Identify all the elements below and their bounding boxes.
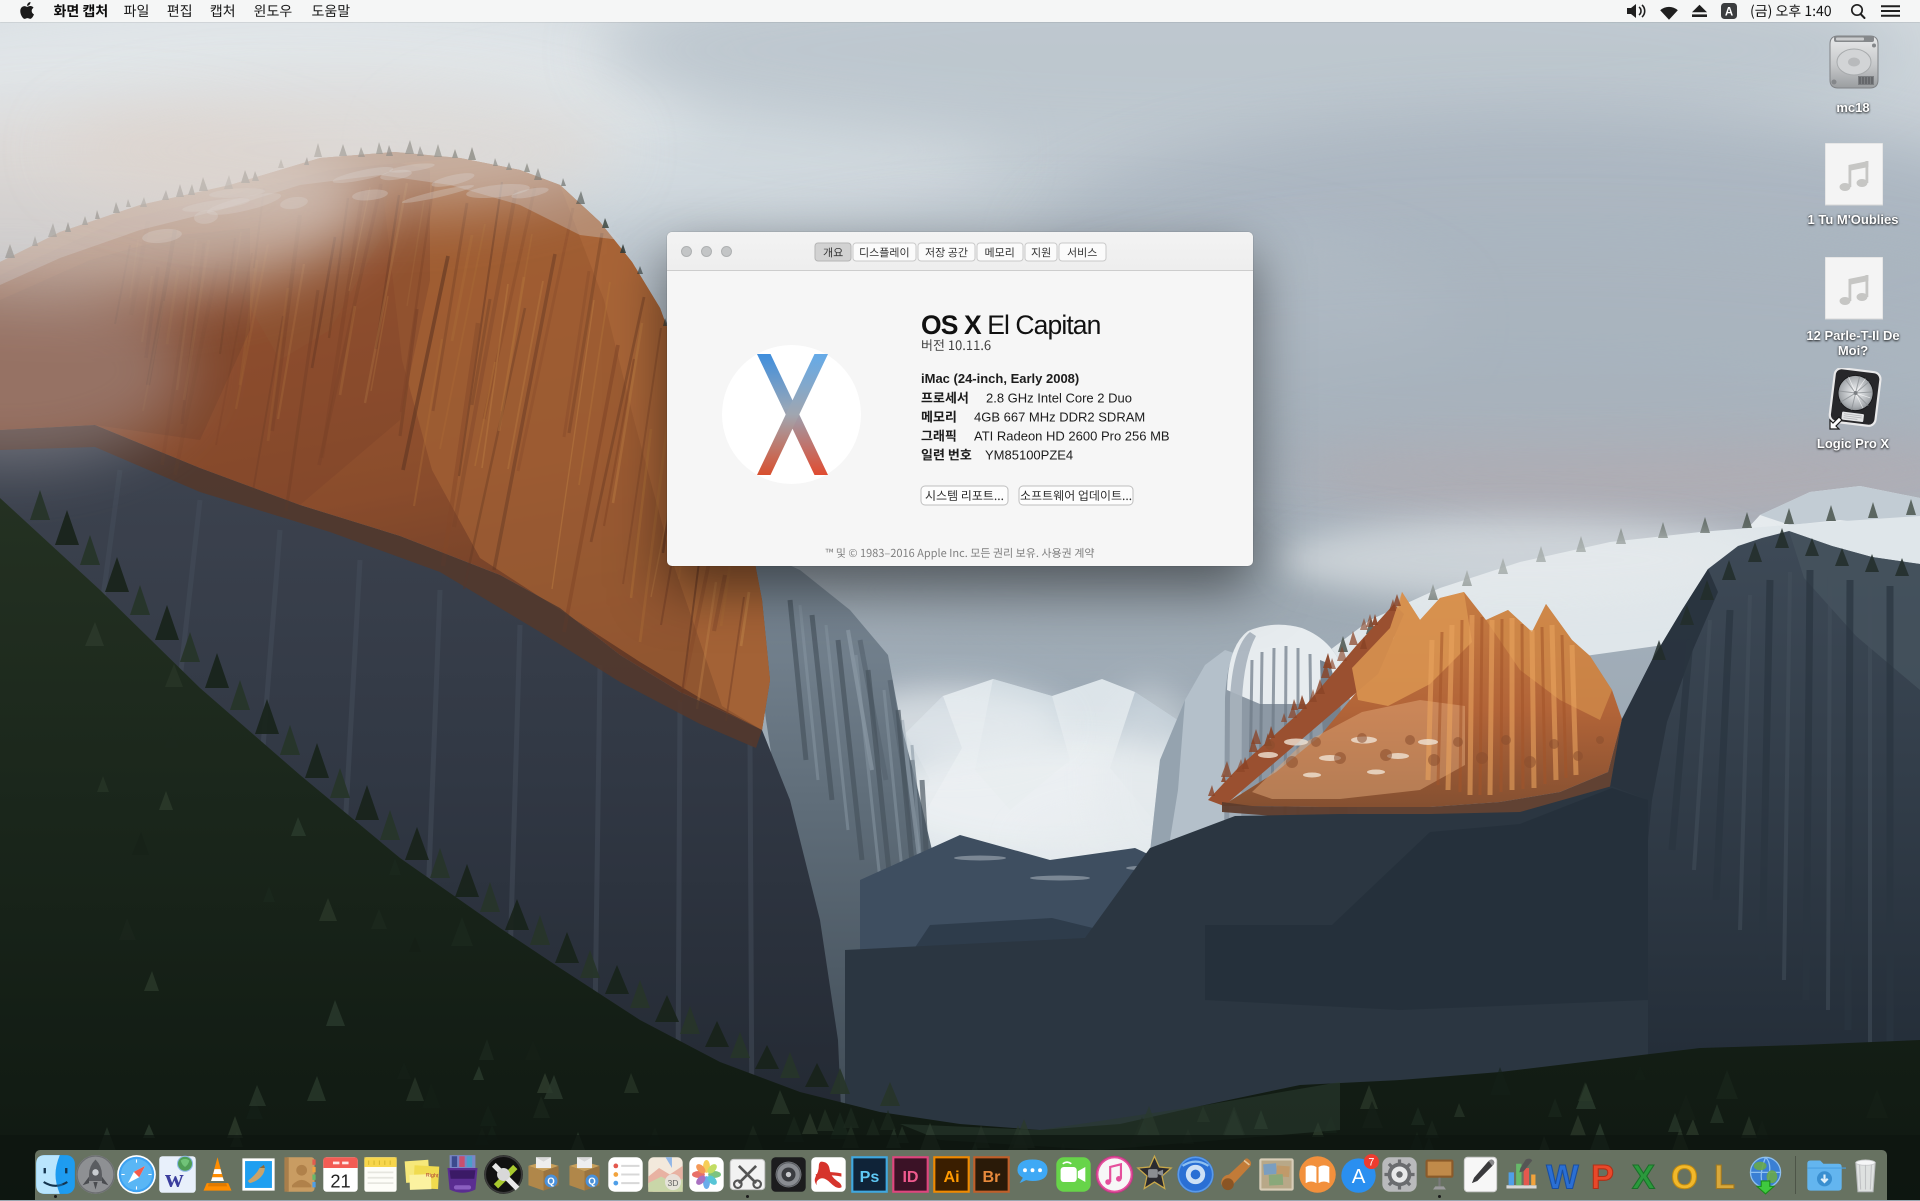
svg-text:3D: 3D <box>668 1178 679 1188</box>
svg-text:2.8 GHz Intel Core 2 Duo: 2.8 GHz Intel Core 2 Duo <box>986 391 1132 406</box>
svg-text:L: L <box>1714 1158 1735 1196</box>
svg-text:21: 21 <box>330 1170 350 1191</box>
svg-text:7: 7 <box>1368 1156 1374 1168</box>
svg-text:Q: Q <box>548 1177 556 1188</box>
svg-text:A: A <box>1725 7 1733 19</box>
svg-text:Br: Br <box>983 1168 1002 1186</box>
svg-text:Q: Q <box>588 1177 596 1188</box>
svg-text:Ps: Ps <box>860 1168 880 1186</box>
svg-text:w: w <box>165 1163 184 1192</box>
svg-text:O: O <box>1671 1158 1698 1196</box>
svg-text:P: P <box>1591 1158 1614 1196</box>
svg-text:W: W <box>1546 1158 1579 1196</box>
svg-text:ID: ID <box>902 1168 918 1186</box>
svg-text:Right: Right <box>426 1173 439 1180</box>
svg-text:ATI Radeon HD 2600 Pro 256 MB: ATI Radeon HD 2600 Pro 256 MB <box>974 429 1170 444</box>
svg-text:iMac (24-inch, Early 2008): iMac (24-inch, Early 2008) <box>921 371 1079 386</box>
svg-text:Ai: Ai <box>943 1168 959 1186</box>
svg-text:4GB 667 MHz DDR2 SDRAM: 4GB 667 MHz DDR2 SDRAM <box>974 410 1145 425</box>
svg-text:YM85100PZE4: YM85100PZE4 <box>985 448 1073 463</box>
svg-text:A: A <box>1352 1166 1366 1188</box>
svg-text:OS X El Capitan: OS X El Capitan <box>921 310 1101 340</box>
svg-text:X: X <box>1632 1158 1655 1196</box>
